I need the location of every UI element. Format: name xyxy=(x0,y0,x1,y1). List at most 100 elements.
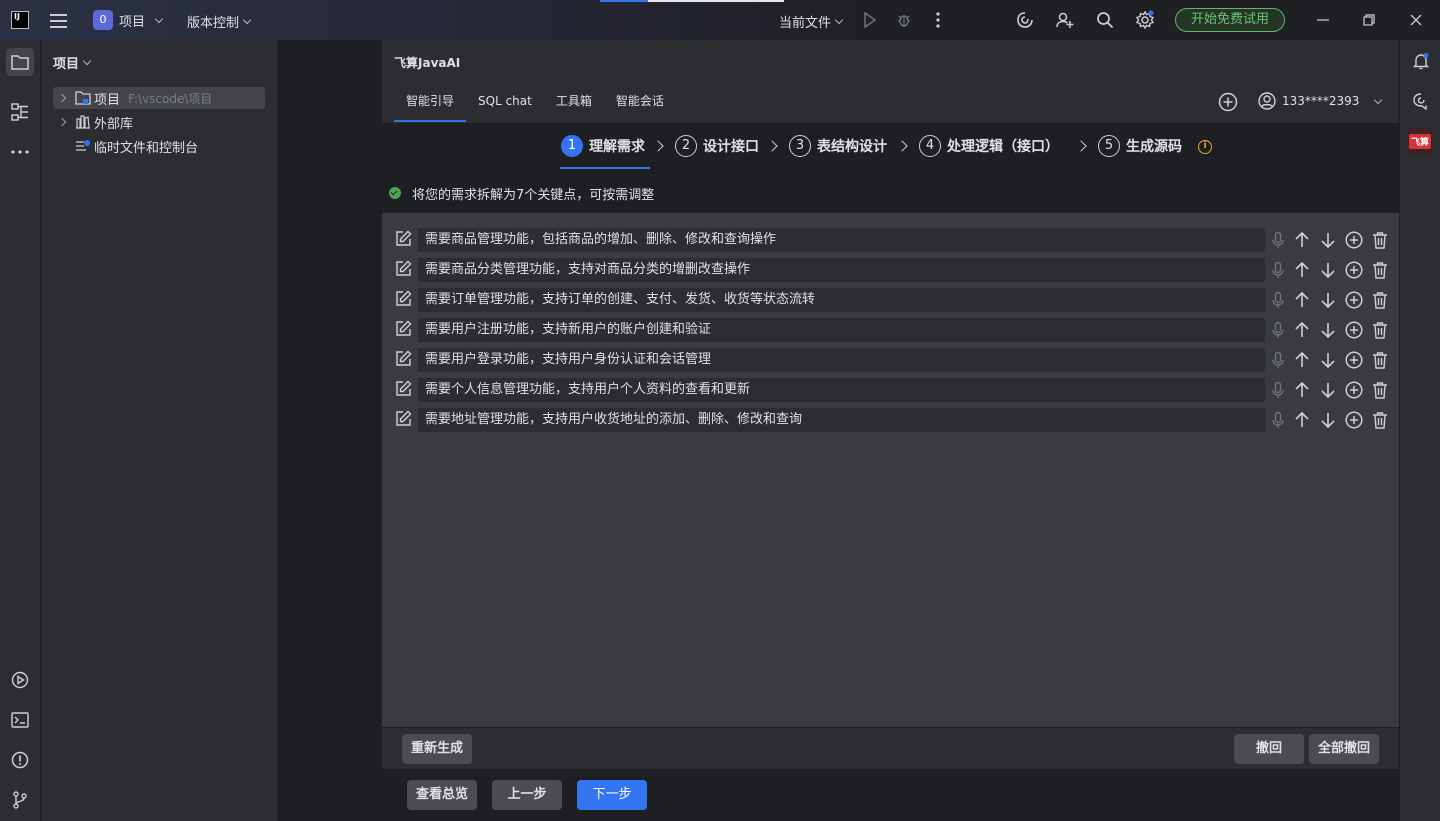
move-down-icon[interactable] xyxy=(1319,351,1337,369)
edit-icon[interactable] xyxy=(394,290,412,308)
tree-item-scratches[interactable]: 临时文件和控制台 xyxy=(75,135,198,157)
step-2[interactable]: 2 设计接口 xyxy=(675,135,759,157)
problems-icon[interactable] xyxy=(6,746,34,774)
run-icon[interactable] xyxy=(859,9,881,31)
move-down-icon[interactable] xyxy=(1319,411,1337,429)
microphone-icon[interactable] xyxy=(1269,291,1287,309)
terminal-icon[interactable] xyxy=(6,706,34,734)
more-tools-icon[interactable] xyxy=(6,138,34,166)
main-menu-icon[interactable] xyxy=(50,12,67,28)
microphone-icon[interactable] xyxy=(1269,411,1287,429)
previous-step-button[interactable]: 上一步 xyxy=(492,780,562,810)
delete-icon[interactable] xyxy=(1371,321,1389,339)
edit-icon[interactable] xyxy=(394,320,412,338)
undo-button[interactable]: 撤回 xyxy=(1234,734,1304,764)
app-logo[interactable]: IJ xyxy=(11,11,29,29)
add-item-icon[interactable] xyxy=(1345,381,1363,399)
search-icon[interactable] xyxy=(1094,9,1116,31)
delete-icon[interactable] xyxy=(1371,351,1389,369)
next-step-button[interactable]: 下一步 xyxy=(577,780,647,810)
requirement-text-field[interactable]: 需要用户登录功能，支持用户身份认证和会话管理 xyxy=(418,348,1265,372)
move-up-icon[interactable] xyxy=(1293,291,1311,309)
add-item-icon[interactable] xyxy=(1345,291,1363,309)
delete-icon[interactable] xyxy=(1371,291,1389,309)
notifications-icon[interactable] xyxy=(1409,49,1433,73)
edit-icon[interactable] xyxy=(394,410,412,428)
delete-icon[interactable] xyxy=(1371,411,1389,429)
tab-smart-chat[interactable]: 智能会话 xyxy=(604,88,676,122)
move-up-icon[interactable] xyxy=(1293,261,1311,279)
move-up-icon[interactable] xyxy=(1293,351,1311,369)
move-down-icon[interactable] xyxy=(1319,291,1337,309)
tab-smart-guide[interactable]: 智能引导 xyxy=(394,88,467,122)
requirement-text-field[interactable]: 需要商品分类管理功能，支持对商品分类的增删改查操作 xyxy=(418,258,1265,282)
user-account-menu[interactable]: 133****2393 xyxy=(1258,92,1383,110)
add-item-icon[interactable] xyxy=(1345,321,1363,339)
microphone-icon[interactable] xyxy=(1269,351,1287,369)
run-config-selector[interactable]: 当前文件 xyxy=(779,12,844,31)
move-up-icon[interactable] xyxy=(1293,411,1311,429)
ai-chat-icon[interactable] xyxy=(1409,89,1433,113)
tab-sql-chat[interactable]: SQL chat xyxy=(466,88,544,122)
start-free-trial-button[interactable]: 开始免费试用 xyxy=(1175,8,1285,32)
edit-icon[interactable] xyxy=(394,230,412,248)
requirement-text-field[interactable]: 需要地址管理功能，支持用户收货地址的添加、删除、修改和查询 xyxy=(418,408,1265,432)
regenerate-button[interactable]: 重新生成 xyxy=(402,734,472,764)
move-down-icon[interactable] xyxy=(1319,381,1337,399)
microphone-icon[interactable] xyxy=(1269,321,1287,339)
step-4[interactable]: 4 处理逻辑（接口） xyxy=(919,135,1059,157)
step-3[interactable]: 3 表结构设计 xyxy=(789,135,887,157)
add-item-icon[interactable] xyxy=(1345,411,1363,429)
tree-item-project[interactable]: 项目 F:\vscode\项目 xyxy=(53,87,265,109)
move-down-icon[interactable] xyxy=(1319,231,1337,249)
step-5[interactable]: 5 生成源码 xyxy=(1098,135,1182,157)
minimize-icon[interactable] xyxy=(1313,10,1333,30)
folder-icon[interactable] xyxy=(6,48,34,76)
move-down-icon[interactable] xyxy=(1319,261,1337,279)
git-branch-icon[interactable] xyxy=(6,786,34,814)
requirement-text-field[interactable]: 需要个人信息管理功能，支持用户个人资料的查看和更新 xyxy=(418,378,1265,402)
chevron-down-icon xyxy=(1374,95,1383,104)
vcs-menu[interactable]: 版本控制 xyxy=(187,12,252,31)
step-1[interactable]: 1 理解需求 xyxy=(561,135,645,157)
edit-icon[interactable] xyxy=(394,350,412,368)
add-item-icon[interactable] xyxy=(1345,231,1363,249)
delete-icon[interactable] xyxy=(1371,261,1389,279)
microphone-icon[interactable] xyxy=(1269,231,1287,249)
edit-icon[interactable] xyxy=(394,260,412,278)
requirement-text-field[interactable]: 需要商品管理功能，包括商品的增加、删除、修改和查询操作 xyxy=(418,228,1265,252)
close-icon[interactable] xyxy=(1406,10,1426,30)
chevron-right-icon[interactable] xyxy=(57,93,67,103)
run-icon[interactable] xyxy=(6,666,34,694)
requirement-text-field[interactable]: 需要用户注册功能，支持新用户的账户创建和验证 xyxy=(418,318,1265,342)
move-down-icon[interactable] xyxy=(1319,321,1337,339)
add-user-icon[interactable] xyxy=(1054,9,1076,31)
settings-icon[interactable] xyxy=(1134,9,1156,31)
microphone-icon[interactable] xyxy=(1269,381,1287,399)
new-session-icon[interactable] xyxy=(1218,92,1238,112)
restore-icon[interactable] xyxy=(1359,10,1379,30)
delete-icon[interactable] xyxy=(1371,381,1389,399)
undo-all-button[interactable]: 全部撤回 xyxy=(1309,734,1379,764)
debug-icon[interactable] xyxy=(893,9,915,31)
add-item-icon[interactable] xyxy=(1345,261,1363,279)
chevron-right-icon[interactable] xyxy=(57,117,67,127)
microphone-icon[interactable] xyxy=(1269,261,1287,279)
ai-assistant-icon[interactable] xyxy=(1014,9,1036,31)
edit-icon[interactable] xyxy=(394,380,412,398)
project-menu[interactable]: 0 项目 xyxy=(93,10,164,30)
requirement-text-field[interactable]: 需要订单管理功能，支持订单的创建、支付、发货、收货等状态流转 xyxy=(418,288,1265,312)
project-panel-header[interactable]: 项目 xyxy=(53,53,92,72)
move-up-icon[interactable] xyxy=(1293,381,1311,399)
tree-item-external-libraries[interactable]: 外部库 xyxy=(53,111,133,133)
overview-button[interactable]: 查看总览 xyxy=(407,780,477,810)
delete-icon[interactable] xyxy=(1371,231,1389,249)
add-item-icon[interactable] xyxy=(1345,351,1363,369)
more-actions-icon[interactable] xyxy=(927,9,949,31)
move-up-icon[interactable] xyxy=(1293,231,1311,249)
feisuan-plugin-icon[interactable]: 飞算 xyxy=(1407,128,1433,154)
move-up-icon[interactable] xyxy=(1293,321,1311,339)
structure-icon[interactable] xyxy=(6,98,34,126)
tab-toolbox[interactable]: 工具箱 xyxy=(544,88,604,122)
info-icon[interactable]: i xyxy=(1198,140,1212,154)
